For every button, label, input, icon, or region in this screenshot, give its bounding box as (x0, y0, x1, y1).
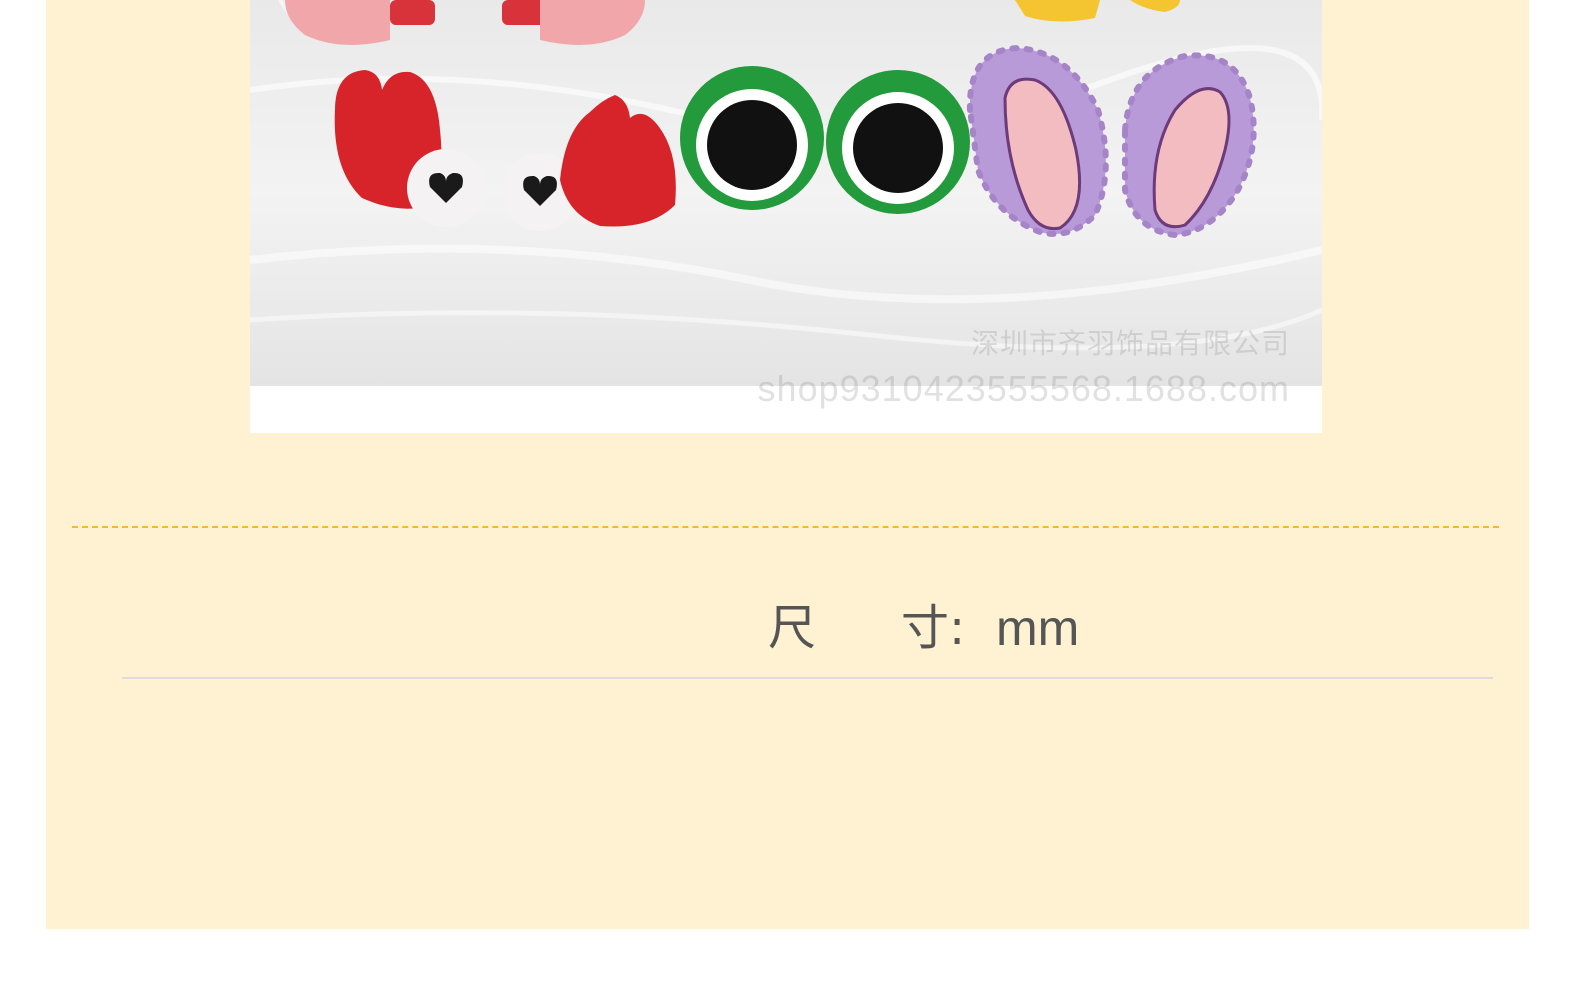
product-photo: 深圳市齐羽饰品有限公司 shop9310423555568.1688.com (250, 0, 1322, 433)
size-label-char-2: 寸: (901, 600, 966, 656)
size-spec-row: 尺 寸: mm (46, 590, 1529, 670)
size-label-char-1: 尺 (768, 600, 817, 656)
content-panel: 深圳市齐羽饰品有限公司 shop9310423555568.1688.com 尺… (46, 0, 1529, 929)
watermark-company-name: 深圳市齐羽饰品有限公司 (970, 327, 1290, 360)
solid-divider (122, 677, 1493, 679)
size-unit: mm (996, 600, 1080, 656)
dashed-divider (72, 526, 1499, 528)
watermark-shop-url: shop9310423555568.1688.com (757, 368, 1290, 409)
